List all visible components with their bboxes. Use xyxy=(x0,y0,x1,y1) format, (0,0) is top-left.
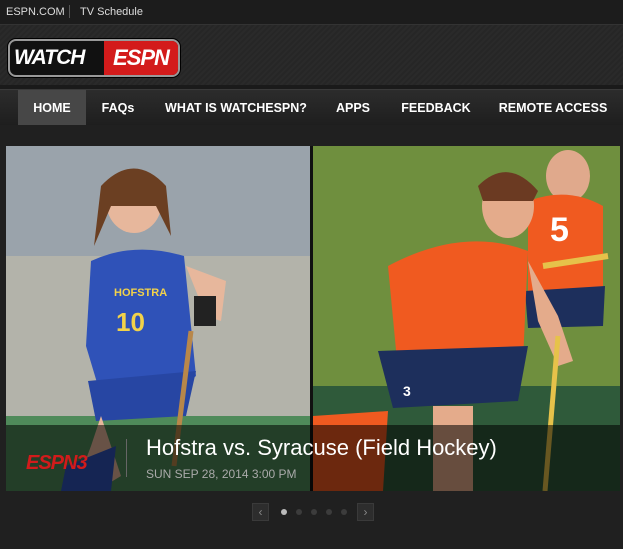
carousel-dot-1[interactable] xyxy=(281,509,287,515)
syracuse-back-jersey-number: 5 xyxy=(550,211,569,249)
espn3-network-logo: ESPN3 xyxy=(26,452,88,474)
event-title[interactable]: Hofstra vs. Syracuse (Field Hockey) xyxy=(146,435,497,461)
nav-item-feedback[interactable]: FEEDBACK xyxy=(394,90,478,126)
carousel-dot-4[interactable] xyxy=(326,509,332,515)
logo-espn-text: ESPN xyxy=(104,41,178,75)
carousel-next-button[interactable]: › xyxy=(357,503,374,521)
nav-item-apps[interactable]: APPS xyxy=(328,90,378,126)
carousel-dot-3[interactable] xyxy=(311,509,317,515)
nav-item-what-is-watchespn[interactable]: WHAT IS WATCHESPN? xyxy=(160,90,312,126)
event-caption[interactable]: ESPN3 Hofstra vs. Syracuse (Field Hockey… xyxy=(6,425,620,491)
hofstra-jersey-number: 10 xyxy=(116,307,145,337)
carousel-dot-5[interactable] xyxy=(341,509,347,515)
site-header: WATCH ESPN xyxy=(0,25,623,85)
espn-com-link[interactable]: ESPN.COM xyxy=(6,6,65,18)
nav-item-faqs[interactable]: FAQs xyxy=(92,90,144,126)
event-date-time: SUN SEP 28, 2014 3:00 PM xyxy=(146,467,297,481)
top-utility-bar: ESPN.COM TV Schedule xyxy=(0,0,623,25)
hofstra-jersey-team: HOFSTRA xyxy=(114,287,167,299)
featured-stage: 10 HOFSTRA 5 3 ESPN3 Hofstra vs. Syracus… xyxy=(0,125,623,549)
nav-item-remote-access[interactable]: REMOTE ACCESS xyxy=(494,90,612,126)
nav-item-home[interactable]: HOME xyxy=(18,90,86,126)
topbar-separator xyxy=(69,5,70,18)
tv-schedule-link[interactable]: TV Schedule xyxy=(80,6,143,18)
logo-watch-text: WATCH xyxy=(14,46,85,69)
carousel-pager: ‹ › xyxy=(252,503,374,521)
syracuse-front-jersey-number: 3 xyxy=(403,383,411,399)
carousel-dot-2[interactable] xyxy=(296,509,302,515)
main-navigation: HOME FAQs WHAT IS WATCHESPN? APPS FEEDBA… xyxy=(0,89,623,127)
caption-separator xyxy=(126,439,127,477)
watchespn-logo[interactable]: WATCH ESPN xyxy=(8,39,180,77)
carousel-prev-button[interactable]: ‹ xyxy=(252,503,269,521)
featured-event-slide[interactable]: 10 HOFSTRA 5 3 ESPN3 Hofstra vs. Syracus… xyxy=(6,146,620,491)
